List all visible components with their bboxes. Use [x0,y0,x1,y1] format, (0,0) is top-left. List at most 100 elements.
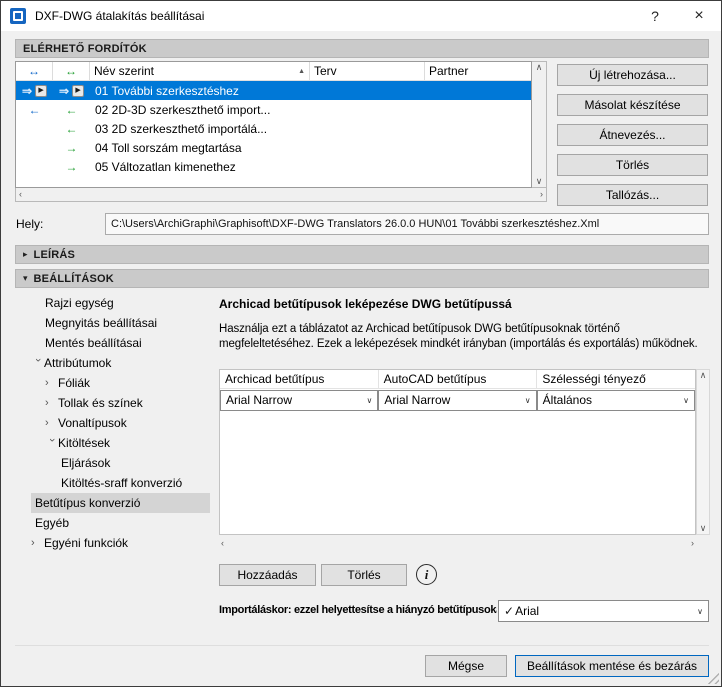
scroll-up-icon[interactable]: ∧ [536,63,543,72]
font-table-horizontal-scrollbar[interactable]: ‹ › [219,537,696,550]
translator-name: 03 2D szerkeszthető importálá... [95,121,268,136]
column-header-archicad-font: Archicad betűtípus [220,370,379,388]
tree-item-kitoltesek[interactable]: › Kitöltések [15,433,210,453]
help-button[interactable]: ? [633,1,677,31]
tree-item-label: Egyéb [35,516,70,530]
info-icon[interactable]: i [416,564,437,585]
column-header-autocad-font: AutoCAD betűtípus [379,370,538,388]
delete-translator-button[interactable]: Törlés [557,154,708,176]
column-header-plan-label: Terv [314,64,337,78]
translator-row[interactable]: ← ← 02 2D-3D szerkeszthető import... [16,100,531,119]
column-header-import[interactable]: ↔ [16,62,53,80]
translator-list-vertical-scrollbar[interactable]: ∧ ∨ [532,61,547,188]
translator-row[interactable]: → 05 Változatlan kimenethez [16,157,531,176]
autocad-font-combobox[interactable]: Arial Narrow ∨ [378,389,537,411]
width-factor-combobox[interactable]: Általános ∨ [536,389,695,411]
translator-name: 02 2D-3D szerkeszthető import... [95,102,271,117]
translator-list-horizontal-scrollbar[interactable]: ‹ › [15,188,547,202]
browse-translator-button[interactable]: Tallózás... [557,184,708,206]
tree-item-attributumok[interactable]: › Attribútumok [15,353,210,373]
scroll-down-icon[interactable]: ∨ [536,177,543,186]
section-title: BEÁLLÍTÁSOK [33,272,114,285]
font-table-vertical-scrollbar[interactable]: ∧ ∨ [696,369,710,535]
tree-item-label: Vonaltípusok [58,416,127,430]
import-default-play-icon[interactable]: ▶ [35,84,48,97]
export-direction-icon: ⇒ [58,83,70,98]
translator-list: ↔ ↔ Név szerint ▲ Terv Partner ⇒ ▶ ⇒ ▶ 0… [15,61,532,188]
tree-collapsed-icon[interactable]: › [31,537,44,549]
combobox-value: Általános [542,393,593,407]
duplicate-translator-button[interactable]: Másolat készítése [557,94,708,116]
scroll-right-icon[interactable]: › [691,539,694,548]
column-header-partner-label: Partner [429,64,469,78]
translator-name: 01 További szerkesztéshez [95,83,239,98]
column-header-width-factor: Szélességi tényező [542,372,646,386]
export-default-play-icon[interactable]: ▶ [72,84,85,97]
section-title: ELÉRHETŐ FORDÍTÓK [23,42,147,55]
tree-expanded-icon[interactable]: › [46,438,58,451]
chevron-down-icon: ∨ [366,395,373,405]
import-direction-icon: ⇒ [21,83,33,98]
tree-item-label: Kitöltések [58,436,111,450]
tree-collapsed-icon[interactable]: › [45,417,58,429]
section-collapsed-icon: ▸ [23,249,28,259]
tree-item-rajzi-egyseg[interactable]: Rajzi egység [15,293,210,313]
app-icon [10,8,26,24]
column-header-export[interactable]: ↔ [53,62,90,80]
import-fallback-font-combobox[interactable]: ✓ Arial ∨ [498,600,709,622]
archicad-font-combobox[interactable]: Arial Narrow ∨ [220,389,379,411]
export-direction-icon: → [65,140,78,155]
translator-row[interactable]: ⇒ ▶ ⇒ ▶ 01 További szerkesztéshez [16,81,531,100]
location-path-field: C:\Users\ArchiGraphi\Graphisoft\DXF-DWG … [105,213,709,235]
close-button[interactable]: × [677,1,721,31]
combobox-value: Arial [515,604,540,618]
chevron-down-icon: ∨ [697,606,703,616]
tree-item-vonaltipusok[interactable]: › Vonaltípusok [15,413,210,433]
scroll-right-icon[interactable]: › [540,190,543,199]
translator-name: 05 Változatlan kimenethez [95,159,236,174]
save-and-close-button[interactable]: Beállítások mentése és bezárás [515,655,709,677]
tree-item-megnyitas-beallitasai[interactable]: Megnyitás beállításai [15,313,210,333]
font-mapping-title: Archicad betűtípusok leképezése DWG betű… [219,297,512,311]
translator-row[interactable]: ← 03 2D szerkeszthető importálá... [16,119,531,138]
tree-item-egyeni-funkciok[interactable]: › Egyéni funkciók [15,533,210,553]
tree-item-label: Megnyitás beállításai [45,316,158,330]
translator-row[interactable]: → 04 Toll sorszám megtartása [16,138,531,157]
translator-name: 04 Toll sorszám megtartása [95,140,242,155]
tree-item-label: Mentés beállításai [45,336,142,350]
column-header-plan[interactable]: Terv [310,62,425,80]
export-direction-icon: → [65,159,78,174]
column-header-partner[interactable]: Partner [425,62,531,80]
section-expanded-icon: ▾ [23,273,28,283]
dxf-dwg-settings-dialog: DXF-DWG átalakítás beállításai ? × ELÉRH… [0,0,722,687]
tree-item-egyeb[interactable]: Egyéb [15,513,210,533]
combobox-value: Arial Narrow [384,393,451,407]
tree-collapsed-icon[interactable]: › [45,397,58,409]
tree-expanded-icon[interactable]: › [32,358,44,371]
tree-item-label: Fóliák [58,376,91,390]
tree-collapsed-icon[interactable]: › [45,377,58,389]
tree-item-mentes-beallitasai[interactable]: Mentés beállításai [15,333,210,353]
tree-item-eljarasok[interactable]: Eljárások [15,453,210,473]
add-font-mapping-button[interactable]: Hozzáadás [219,564,316,586]
tree-item-tollak-es-szinek[interactable]: › Tollak és színek [15,393,210,413]
scroll-left-icon[interactable]: ‹ [19,190,22,199]
description-section-header[interactable]: ▸ LEÍRÁS [15,245,709,264]
tree-item-foliak[interactable]: › Fóliák [15,373,210,393]
translator-list-header: ↔ ↔ Név szerint ▲ Terv Partner [16,62,531,81]
cancel-button[interactable]: Mégse [425,655,507,677]
titlebar: DXF-DWG átalakítás beállításai ? × [1,1,721,31]
new-translator-button[interactable]: Új létrehozása... [557,64,708,86]
delete-font-mapping-button[interactable]: Törlés [321,564,407,586]
tree-item-betutipus-konverzio[interactable]: Betűtípus konverzió [31,493,210,513]
column-header-name[interactable]: Név szerint ▲ [90,62,310,80]
rename-translator-button[interactable]: Átnevezés... [557,124,708,146]
scroll-up-icon[interactable]: ∧ [700,371,707,380]
scroll-left-icon[interactable]: ‹ [221,539,224,548]
scroll-down-icon[interactable]: ∨ [700,524,707,533]
tree-item-kitoltes-sraff-konverzio[interactable]: Kitöltés-sraff konverzió [15,473,210,493]
settings-section-header[interactable]: ▾ BEÁLLÍTÁSOK [15,269,709,288]
tree-item-label: Attribútumok [44,356,112,370]
font-mapping-description: Használja ezt a táblázatot az Archicad b… [219,323,698,350]
export-direction-icon: ← [65,102,78,117]
